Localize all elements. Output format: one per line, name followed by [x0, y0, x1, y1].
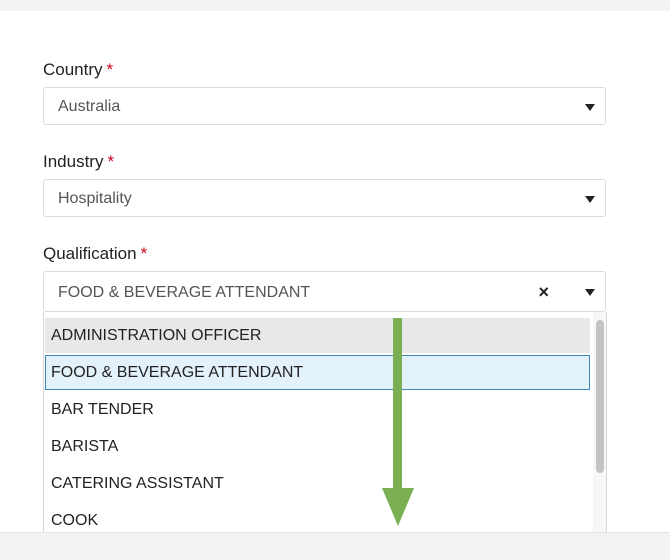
chevron-down-icon[interactable]: [585, 196, 595, 203]
industry-select[interactable]: Hospitality: [43, 179, 606, 217]
qualification-select[interactable]: FOOD & BEVERAGE ATTENDANT ×: [43, 271, 606, 312]
dropdown-option-selected[interactable]: FOOD & BEVERAGE ATTENDANT: [45, 355, 590, 390]
qualification-label-text: Qualification: [43, 244, 137, 263]
country-label-text: Country: [43, 60, 103, 79]
scrollbar-thumb[interactable]: [596, 320, 604, 473]
dropdown-scrollbar[interactable]: [593, 312, 606, 547]
arrow-head: [382, 488, 414, 526]
country-value: Australia: [58, 98, 121, 115]
required-mark: *: [107, 152, 115, 171]
dropdown-option[interactable]: BAR TENDER: [45, 392, 590, 427]
industry-label-text: Industry: [43, 152, 104, 171]
required-mark: *: [106, 60, 114, 79]
industry-label: Industry *: [43, 152, 114, 172]
dropdown-option[interactable]: ADMINISTRATION OFFICER: [45, 318, 590, 353]
clear-icon[interactable]: ×: [538, 272, 549, 313]
qualification-label: Qualification *: [43, 244, 147, 264]
arrow-shaft: [393, 318, 402, 488]
qualification-dropdown[interactable]: ADMINISTRATION OFFICER FOOD & BEVERAGE A…: [43, 312, 607, 548]
top-bar: [0, 0, 670, 11]
chevron-down-icon[interactable]: [585, 104, 595, 111]
bottom-bar: [0, 532, 670, 560]
country-select[interactable]: Australia: [43, 87, 606, 125]
industry-value: Hospitality: [58, 190, 132, 207]
qualification-value: FOOD & BEVERAGE ATTENDANT: [58, 284, 311, 301]
required-mark: *: [140, 244, 148, 263]
country-label: Country *: [43, 60, 113, 80]
chevron-down-icon[interactable]: [585, 289, 595, 296]
dropdown-option[interactable]: BARISTA: [45, 429, 590, 464]
down-arrow-icon: [382, 318, 414, 526]
dropdown-option[interactable]: CATERING ASSISTANT: [45, 466, 590, 501]
